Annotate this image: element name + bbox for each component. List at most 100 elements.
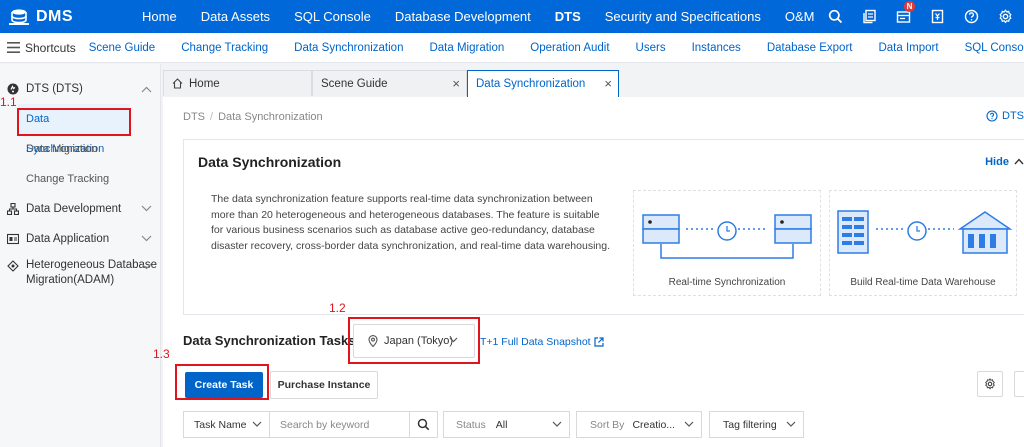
shortcut-operation-audit[interactable]: Operation Audit [517,42,622,54]
menu-icon [7,42,20,53]
notification-badge: N [904,1,915,12]
illustration-data-warehouse: Build Real-time Data Warehouse [829,190,1017,296]
dts-help-link[interactable]: DTS [986,110,1024,122]
search-icon [417,418,430,431]
migration-icon [7,260,19,272]
annotation-box-1-1 [17,108,131,136]
sidebar-group-dts[interactable]: DTS (DTS) [0,74,160,104]
intro-title: Data Synchronization [198,154,342,170]
workspace-tabs: Home Scene Guide × Data Synchronization … [161,70,1024,97]
realtime-sync-illustration [642,214,812,259]
tab-scene-guide[interactable]: Scene Guide × [312,70,467,96]
data-application-icon [7,233,19,245]
tab-home[interactable]: Home [163,70,312,96]
shortcut-users[interactable]: Users [623,42,679,54]
shortcut-change-tracking[interactable]: Change Tracking [168,42,281,54]
external-link-icon [594,337,604,347]
shortcut-data-import[interactable]: Data Import [865,42,951,54]
gear-icon[interactable] [990,0,1020,33]
sidebar-group-dts-label: DTS (DTS) [26,83,83,95]
dts-icon [7,83,19,95]
help-circle-icon [986,110,998,122]
hide-intro-link[interactable]: Hide [985,156,1024,168]
sidebar-group-adam-label-line2: Migration(ADAM) [26,274,115,286]
full-data-snapshot-link[interactable]: T+1 Full Data Snapshot [480,336,604,348]
nav-home[interactable]: Home [130,0,189,33]
chevron-down-icon [141,205,152,212]
logo-text: DMS [36,7,74,25]
tag-filtering-label: Tag filtering [723,418,777,431]
tab-scene-guide-label: Scene Guide [321,77,388,90]
annotation-label-1-2: 1.2 [329,301,346,315]
dms-logo-icon [9,8,29,25]
close-icon[interactable]: × [604,72,612,96]
gear-icon [985,378,995,390]
top-navigation-bar: DMS Home Data Assets SQL Console Databas… [0,0,1024,33]
sort-by-label: Sort By [590,418,625,431]
status-filter-label: Status [456,418,486,431]
table-settings-button[interactable] [977,371,1003,397]
annotation-box-1-2 [348,317,480,364]
chevron-up-icon [1014,158,1024,165]
purchase-instance-button[interactable]: Purchase Instance [270,371,378,399]
breadcrumb-current: Data Synchronization [218,111,323,123]
tab-home-label: Home [189,77,220,90]
shortcuts-bar: Shortcuts Scene Guide Change Tracking Da… [0,33,1024,63]
full-data-snapshot-label: T+1 Full Data Snapshot [480,336,591,348]
shortcut-database-export[interactable]: Database Export [754,42,866,54]
shortcuts-toggle[interactable]: Shortcuts [0,41,76,55]
search-button[interactable] [409,411,438,438]
home-icon [172,78,183,89]
refresh-button[interactable] [1014,371,1024,397]
help-icon[interactable] [956,0,986,33]
data-warehouse-caption: Build Real-time Data Warehouse [850,277,996,288]
search-icon[interactable] [820,0,850,33]
task-search-input[interactable]: Search by keyword [269,411,410,438]
nav-data-assets[interactable]: Data Assets [189,0,282,33]
shortcut-sql-console[interactable]: SQL Console [952,42,1024,54]
billing-icon[interactable] [922,0,952,33]
nav-dts[interactable]: DTS [543,0,593,33]
realtime-sync-caption: Real-time Synchronization [668,277,786,288]
tasks-title: Data Synchronization Tasks [183,333,356,348]
close-icon[interactable]: × [452,72,460,96]
sort-by-select[interactable]: Sort By Creatio... [576,411,702,438]
breadcrumb-root[interactable]: DTS [183,111,205,123]
shortcut-instances[interactable]: Instances [679,42,754,54]
tag-filtering-select[interactable]: Tag filtering [709,411,804,438]
breadcrumb: DTS / Data Synchronization [183,111,323,123]
shortcut-data-migration[interactable]: Data Migration [416,42,517,54]
tab-data-synchronization[interactable]: Data Synchronization × [467,70,619,97]
main-content: DTS / Data Synchronization DTS Data Synchr… [163,97,1024,447]
chevron-down-icon [552,421,562,427]
shortcut-scene-guide[interactable]: Scene Guide [76,42,169,54]
chevron-down-icon [141,263,152,270]
data-warehouse-illustration [837,210,1013,254]
sidebar-item-data-migration[interactable]: Data Migration [0,134,160,164]
chevron-up-icon [141,86,152,93]
status-filter-select[interactable]: Status All [443,411,570,438]
dms-logo[interactable]: DMS [0,7,130,27]
sidebar-group-adam[interactable]: Heterogeneous Database Migration(ADAM) [0,254,160,294]
status-filter-value: All [495,418,508,431]
nav-security-and-specifications[interactable]: Security and Specifications [593,0,773,33]
annotation-box-1-3 [175,364,269,400]
shortcut-data-synchronization[interactable]: Data Synchronization [281,42,416,54]
sidebar-group-adam-label-line1: Heterogeneous Database [26,259,158,271]
sidebar-group-data-development[interactable]: Data Development [0,194,160,224]
hide-intro-label: Hide [985,156,1009,168]
nav-database-development[interactable]: Database Development [383,0,543,33]
notification-icon[interactable]: N [888,0,918,33]
nav-sql-console[interactable]: SQL Console [282,0,383,33]
task-name-filter-select[interactable]: Task Name [183,411,270,438]
sidebar-item-change-tracking[interactable]: Change Tracking [0,164,160,194]
shortcuts-label: Shortcuts [25,40,76,55]
sidebar-group-data-application-label: Data Application [26,233,110,245]
sidebar-group-data-application[interactable]: Data Application [0,224,160,254]
chevron-down-icon [141,235,152,242]
sort-by-value: Creatio... [632,418,676,431]
chevron-down-icon [252,421,262,427]
copy-icon[interactable] [854,0,884,33]
illustration-realtime-sync: Real-time Synchronization [633,190,821,296]
intro-description: The data synchronization feature support… [211,193,610,252]
